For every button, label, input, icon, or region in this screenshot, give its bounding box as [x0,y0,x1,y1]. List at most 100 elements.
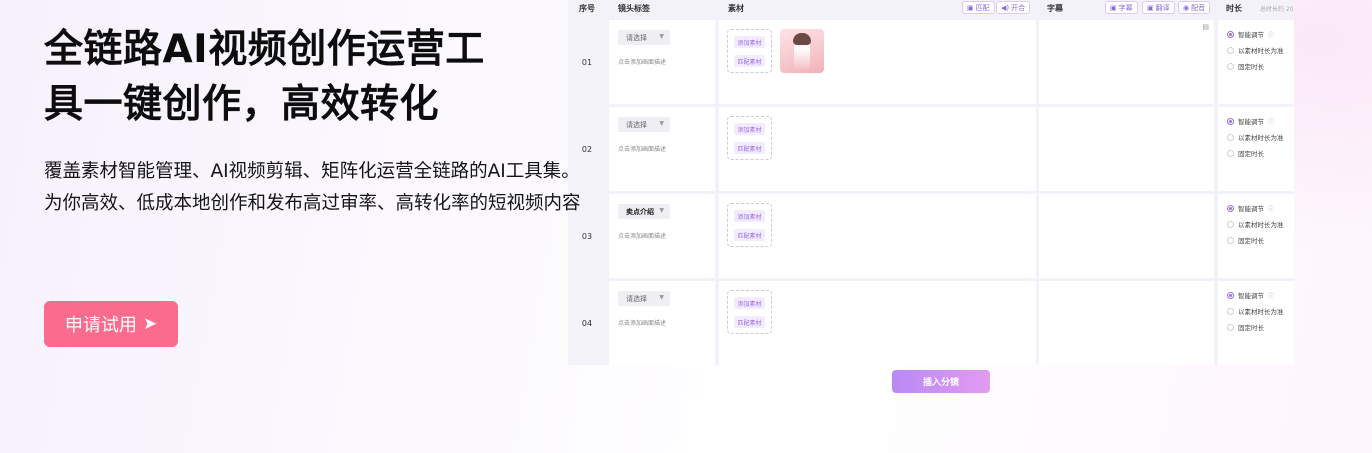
subtitle-cell[interactable]: ▤ [1039,20,1214,104]
duration-option[interactable]: 固定时长 [1227,61,1264,71]
radio-button[interactable] [1227,291,1234,299]
duration-option[interactable]: 固定时长 [1227,148,1264,158]
add-material-button[interactable]: 添加素材 [734,210,765,222]
add-description-link[interactable]: 点击添加画面描述 [618,318,666,327]
radio-button[interactable] [1227,46,1234,54]
header-tag: 镜头标签 [618,4,650,13]
apply-trial-button[interactable]: 申请试用 ➤ [44,301,178,347]
duration-option-label: 固定时长 [1238,237,1264,245]
info-icon: ⓘ [1268,31,1275,39]
radio-button[interactable] [1227,133,1234,141]
duration-option[interactable]: 智能调节 ⓘ [1227,116,1274,126]
material-cell: 添加素材 匹配素材 [719,281,1036,365]
subtitle-cell[interactable] [1039,194,1214,278]
header-subtitle: 字幕 [1047,4,1063,13]
table-row: 01 请选择 ▼ 点击添加画面描述 添加素材 匹配素材 ▤ 智能调节 ⓘ 以素材时长为准 固定时长 [568,20,1294,104]
chevron-down-icon: ▼ [659,294,664,301]
radio-button[interactable] [1227,30,1234,38]
header-duration: 时长 [1226,4,1242,13]
duration-option[interactable]: 以素材时长为准 [1227,306,1284,316]
material-dropzone[interactable]: 添加素材 匹配素材 [727,116,772,160]
translate-icon: ▣ [1147,3,1154,12]
duration-option[interactable]: 以素材时长为准 [1227,132,1284,142]
radio-button[interactable] [1227,307,1234,315]
match-tool-label: 匹配 [975,3,990,12]
duration-option[interactable]: 智能调节 ⓘ [1227,29,1274,39]
table-row: 04 请选择 ▼ 点击添加画面描述 添加素材匹配素材 智能调节 ⓘ 以素材时长为准 固定时长 [568,281,1294,365]
duration-option[interactable]: 固定时长 [1227,235,1264,245]
radio-button[interactable] [1227,323,1234,331]
row-index: 04 [568,281,606,365]
speaker-icon: ◀) [1001,3,1010,12]
audio-tool-button[interactable]: ◀) 开合 [996,1,1031,14]
header-index: 序号 [579,4,595,13]
dubbing-tool-button[interactable]: ◉ 配音 [1178,1,1211,14]
duration-cell: 智能调节 ⓘ 以素材时长为准固定时长 [1218,194,1294,278]
duration-option[interactable]: 固定时长 [1227,322,1264,332]
info-icon: ⓘ [1268,292,1275,300]
duration-option-label: 以素材时长为准 [1238,134,1284,142]
match-tool-button[interactable]: ▣ 匹配 [962,1,995,14]
duration-option-label: 智能调节 [1238,31,1264,39]
subtitle-cell[interactable] [1039,107,1214,191]
subtitle-tool-label: 字幕 [1118,3,1133,12]
dubbing-tool-label: 配音 [1191,3,1206,12]
duration-option[interactable]: 智能调节 ⓘ [1227,290,1274,300]
add-material-button[interactable]: 添加素材 [734,297,765,309]
chevron-down-icon: ▼ [659,207,664,214]
duration-option-label: 智能调节 [1238,292,1264,300]
radio-button[interactable] [1227,62,1234,70]
header-material: 素材 [728,4,744,13]
material-cell: 添加素材 匹配素材 [719,20,1036,104]
arrow-right-icon: ➤ [142,314,158,334]
add-description-link[interactable]: 点击添加画面描述 [618,231,666,240]
hero-description: 覆盖素材智能管理、AI视频剪辑、矩阵化运营全链路的AI工具集。 为你高效、低成本… [44,156,644,220]
duration-cell: 智能调节 ⓘ 以素材时长为准 固定时长 [1218,281,1294,365]
match-icon: ▣ [967,3,974,12]
storyboard-editor: 序号 镜头标签 素材 ▣ 匹配 ◀) 开合 字幕 ▣ 字幕 ▣ 翻译 ◉ 配音 … [568,0,1294,365]
match-material-button[interactable]: 匹配素材 [734,142,765,154]
material-thumbnail[interactable] [780,29,824,73]
material-dropzone[interactable]: 添加素材 匹配素材 [727,290,772,334]
duration-option[interactable]: 以素材时长为准 [1227,219,1284,229]
hero-section: 全链路AI视频创作运营工 具一键创作，高效转化 覆盖素材智能管理、AI视频剪辑、… [44,22,644,220]
radio-button[interactable] [1227,236,1234,244]
duration-option[interactable]: 智能调节 ⓘ [1227,203,1274,213]
match-material-button[interactable]: 匹配素材 [734,229,765,241]
duration-option-label: 固定时长 [1238,63,1264,71]
add-material-button[interactable]: 添加素材 [734,123,765,135]
total-duration-note: 总时长约 20 [1260,6,1294,13]
radio-button[interactable] [1227,204,1234,212]
material-dropzone[interactable]: 添加素材 匹配素材 [727,203,772,247]
subtitle-cell[interactable] [1039,281,1214,365]
duration-option[interactable]: 以素材时长为准 [1227,45,1284,55]
shot-tag-value: 请选择 [626,294,647,303]
translate-tool-button[interactable]: ▣ 翻译 [1142,1,1175,14]
shot-tag-select[interactable]: 请选择 ▼ [618,291,670,306]
table-row: 02 请选择 ▼ 点击添加画面描述 添加素材 匹配素材 智能调节 ⓘ 以素材时长为准 固定时长 [568,107,1294,191]
audio-tool-label: 开合 [1011,3,1026,12]
info-icon: ⓘ [1268,118,1275,126]
match-material-button[interactable]: 匹配素材 [734,316,765,328]
radio-button[interactable] [1227,220,1234,228]
shot-tag-cell: 请选择 ▼ 点击添加画面描述 [609,281,715,365]
insert-shot-button[interactable]: 插入分镜 [892,370,990,393]
hero-title: 全链路AI视频创作运营工 具一键创作，高效转化 [44,22,644,132]
duration-option-label: 固定时长 [1238,324,1264,332]
table-row: 03 卖点介绍 ▼ 点击添加画面描述 添加素材 匹配素材 智能调节 ⓘ 以素材时长为准 固定时长 [568,194,1294,278]
add-material-button[interactable]: 添加素材 [734,36,765,48]
duration-option-label: 固定时长 [1238,150,1264,158]
duration-option-label: 以素材时长为准 [1238,308,1284,316]
match-material-button[interactable]: 匹配素材 [734,55,765,67]
duration-cell: 智能调节 ⓘ 以素材时长为准固定时长 [1218,20,1294,104]
chevron-down-icon: ▼ [659,33,664,40]
radio-button[interactable] [1227,149,1234,157]
material-cell: 添加素材 匹配素材 [719,107,1036,191]
subtitle-tool-button[interactable]: ▣ 字幕 [1105,1,1138,14]
material-dropzone[interactable]: 添加素材 匹配素材 [727,29,772,73]
radio-button[interactable] [1227,117,1234,125]
hero-description-line-1: 覆盖素材智能管理、AI视频剪辑、矩阵化运营全链路的AI工具集。 [44,161,580,182]
subtitle-edit-icon[interactable]: ▤ [1202,23,1209,31]
voice-icon: ◉ [1183,3,1190,12]
material-cell: 添加素材 匹配素材 [719,194,1036,278]
